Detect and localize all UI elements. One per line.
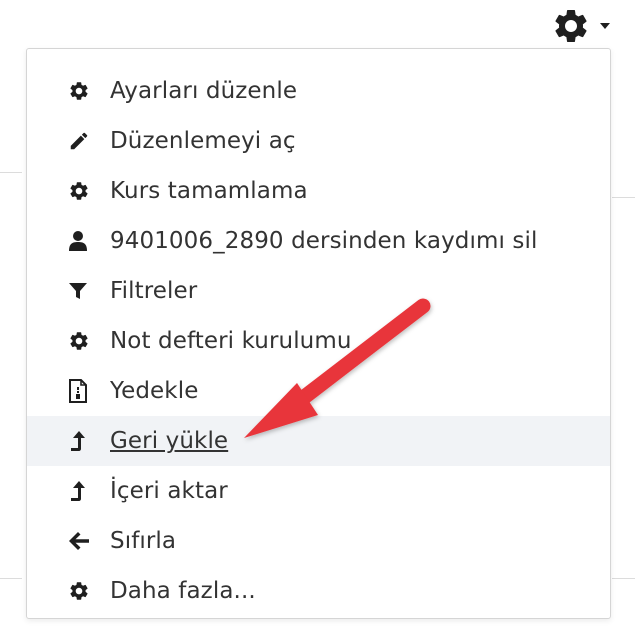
menu-item-filters[interactable]: Filtreler [27,266,610,316]
background-divider [612,197,635,198]
menu-item-reset[interactable]: Sıfırla [27,516,610,566]
menu-list: Ayarları düzenle Düzenlemeyi aç Kurs tam… [27,66,610,616]
upload-arrow-icon [68,479,94,503]
menu-item-restore[interactable]: Geri yükle [27,416,610,466]
menu-item-import[interactable]: İçeri aktar [27,466,610,516]
gear-icon [68,329,94,353]
menu-item-label: Daha fazla... [110,578,256,604]
menu-item-unenrol[interactable]: 9401006_2890 dersinden kaydımı sil [27,216,610,266]
menu-item-label: İçeri aktar [110,478,228,504]
backup-file-icon [68,379,94,403]
menu-item-label: Geri yükle [110,428,229,454]
settings-dropdown-menu: Ayarları düzenle Düzenlemeyi aç Kurs tam… [26,48,611,619]
menu-item-label: Ayarları düzenle [110,78,298,104]
background-divider [0,578,22,579]
menu-item-backup[interactable]: Yedekle [27,366,610,416]
arrow-left-icon [68,529,94,553]
filter-icon [68,279,94,303]
settings-menu-toggle[interactable] [551,6,611,46]
gear-icon [68,79,94,103]
menu-item-label: Not defteri kurulumu [110,328,352,354]
menu-item-label: Kurs tamamlama [110,178,308,204]
menu-item-label: Yedekle [110,378,199,404]
menu-item-turn-editing-on[interactable]: Düzenlemeyi aç [27,116,610,166]
user-icon [68,229,94,253]
background-divider [612,578,635,579]
menu-item-more[interactable]: Daha fazla... [27,566,610,616]
menu-item-label: 9401006_2890 dersinden kaydımı sil [110,228,538,254]
gear-icon [551,6,591,46]
pencil-icon [68,129,94,153]
screenshot-stage: Ayarları düzenle Düzenlemeyi aç Kurs tam… [0,0,635,626]
upload-arrow-icon [68,429,94,453]
gear-icon [68,179,94,203]
caret-down-icon [599,22,611,30]
gear-icon [68,579,94,603]
menu-item-edit-settings[interactable]: Ayarları düzenle [27,66,610,116]
background-divider [0,172,22,173]
menu-item-label: Filtreler [110,278,198,304]
menu-item-label: Düzenlemeyi aç [110,128,296,154]
menu-item-label: Sıfırla [110,528,177,554]
menu-item-gradebook-setup[interactable]: Not defteri kurulumu [27,316,610,366]
menu-item-course-completion[interactable]: Kurs tamamlama [27,166,610,216]
